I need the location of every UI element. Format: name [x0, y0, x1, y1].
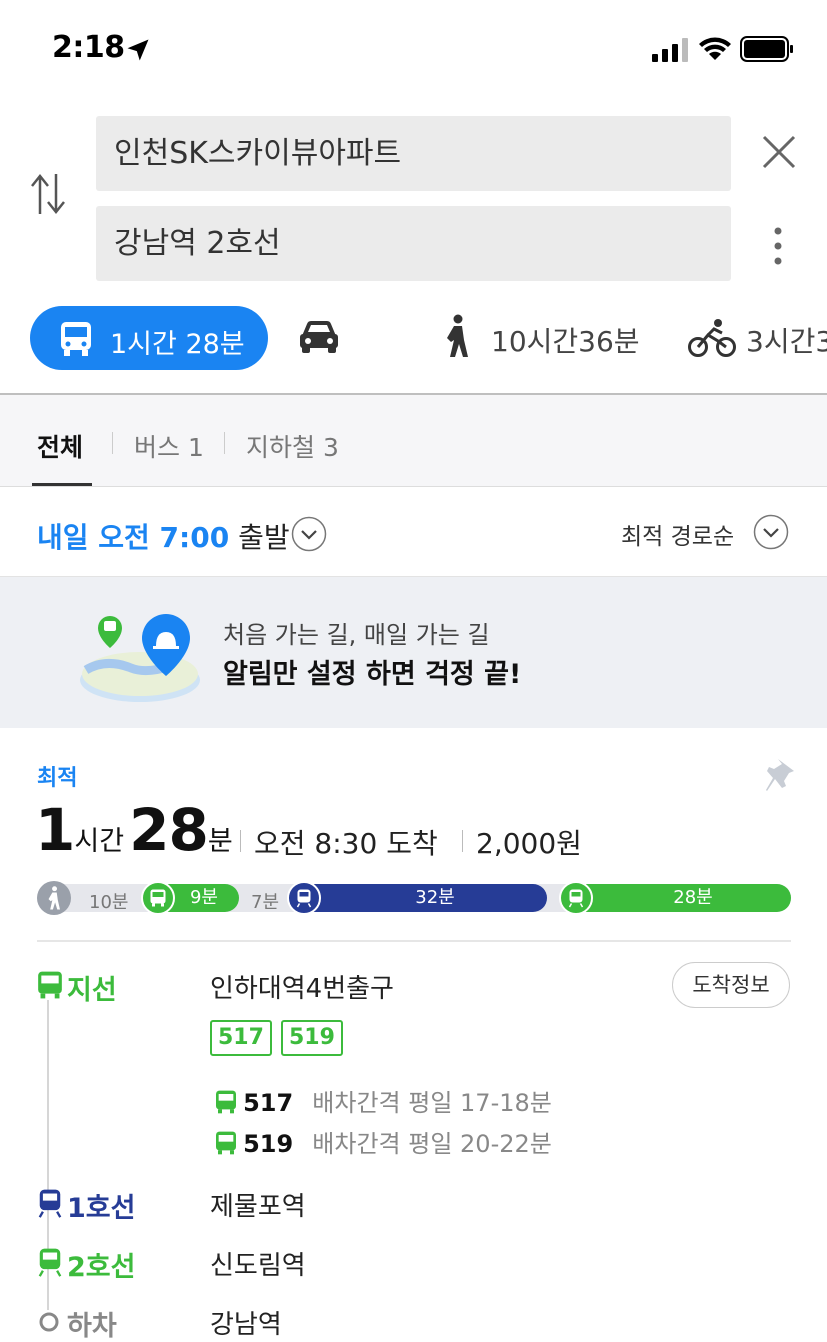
best-route-badge: 최적 — [37, 766, 78, 791]
subway1-segment-icon — [287, 881, 321, 915]
car-icon[interactable] — [298, 318, 340, 354]
tab-subway[interactable]: 지하철 3 — [246, 428, 339, 464]
interval-bus-number: 519 — [243, 1130, 294, 1158]
depart-suffix: 출발 — [229, 521, 290, 554]
mode-transit-label: 1시간 28분 — [110, 329, 245, 360]
alight-circle-icon — [39, 1312, 59, 1332]
transfer-segment-label: 7분 — [251, 892, 280, 913]
banner-title: 알림만 설정 하면 걱정 끝! — [223, 659, 522, 690]
chevron-down-icon[interactable] — [753, 514, 789, 550]
origin-input[interactable]: 인천SK스카이뷰아파트 — [96, 116, 731, 191]
swap-icon[interactable] — [28, 172, 68, 216]
duration-minutes: 28 — [129, 796, 209, 864]
destination-input[interactable]: 강남역 2호선 — [96, 206, 731, 281]
banner-subtitle: 처음 가는 길, 매일 가는 길 — [223, 621, 490, 649]
bus-number-chip[interactable]: 519 — [281, 1020, 343, 1056]
tab-bus[interactable]: 버스 1 — [134, 428, 204, 464]
subway-icon — [38, 1248, 62, 1277]
depart-time-button[interactable]: 내일 오전 7:00 출발 — [37, 516, 290, 556]
bus-icon — [61, 322, 91, 356]
step-stop: 강남역 — [210, 1310, 282, 1340]
battery-icon — [740, 36, 793, 62]
arrival-info-button[interactable]: 도착정보 — [672, 962, 790, 1008]
alarm-map-illustration — [80, 614, 200, 702]
step-stop: 제물포역 — [210, 1192, 306, 1222]
fare: 2,000원 — [476, 827, 582, 860]
walk-segment-label: 10분 — [89, 892, 129, 913]
subway2-segment-label: 28분 — [673, 887, 713, 908]
step-line-subway1: 1호선 — [67, 1193, 136, 1224]
chevron-down-icon[interactable] — [291, 516, 327, 552]
signal-icon — [652, 38, 688, 62]
step-stop: 인하대역4번출구 — [210, 974, 394, 1004]
tab-separator — [112, 432, 113, 454]
duration-hours-unit: 시간 — [74, 826, 125, 857]
subtab-bar — [0, 395, 827, 487]
tab-separator — [224, 432, 225, 454]
walk-icon[interactable] — [442, 314, 472, 358]
bus-segment-icon — [141, 881, 175, 915]
subway1-segment: 32분 — [289, 884, 547, 912]
step-stop: 신도림역 — [210, 1251, 306, 1281]
mode-bike-label[interactable]: 3시간3 — [746, 320, 827, 360]
route-duration: 1시간 28분 — [35, 796, 233, 864]
duration-minutes-unit: 분 — [207, 826, 233, 857]
bus-number-chip[interactable]: 517 — [210, 1020, 272, 1056]
divider — [37, 940, 791, 942]
subway2-segment: 28분 — [561, 884, 791, 912]
route-timeline: 10분 9분 7분 32분 28분 — [37, 881, 791, 915]
interval-bus-number: 517 — [243, 1089, 294, 1117]
duration-hours: 1 — [35, 796, 75, 864]
sort-selector[interactable]: 최적 경로순 — [621, 517, 734, 551]
depart-time: 내일 오전 7:00 — [37, 521, 230, 554]
bus-interval-row: 517 배차간격 평일 17-18분 — [214, 1083, 552, 1118]
pin-icon[interactable] — [764, 757, 796, 793]
bus-icon — [216, 1131, 236, 1155]
step-alight: 하차 — [67, 1311, 117, 1342]
bus-interval-row: 519 배차간격 평일 20-22분 — [214, 1124, 552, 1159]
interval-text: 배차간격 평일 20-22분 — [312, 1130, 552, 1158]
bus-icon — [38, 971, 62, 999]
subway-icon — [38, 1189, 62, 1218]
tab-all-underline — [32, 483, 92, 486]
divider — [240, 830, 241, 852]
bus-icon — [216, 1090, 236, 1114]
divider — [462, 830, 463, 852]
walk-segment-icon — [37, 881, 71, 915]
step-line-subway2: 2호선 — [67, 1252, 136, 1283]
bike-icon[interactable] — [688, 318, 736, 358]
more-vertical-icon[interactable] — [770, 226, 786, 266]
interval-text: 배차간격 평일 17-18분 — [312, 1089, 552, 1117]
mode-tab-transit[interactable]: 1시간 28분 — [30, 306, 268, 370]
location-arrow-icon — [127, 39, 149, 61]
status-time: 2:18 — [52, 30, 125, 65]
wifi-icon — [699, 37, 731, 60]
step-line-bus: 지선 — [67, 975, 117, 1006]
mode-walk-label[interactable]: 10시간36분 — [491, 320, 640, 360]
subway1-segment-label: 32분 — [415, 887, 455, 908]
close-icon[interactable] — [762, 135, 796, 169]
tab-all[interactable]: 전체 — [37, 428, 83, 464]
subway2-segment-icon — [559, 881, 593, 915]
arrival-time: 오전 8:30 도착 — [254, 827, 438, 860]
